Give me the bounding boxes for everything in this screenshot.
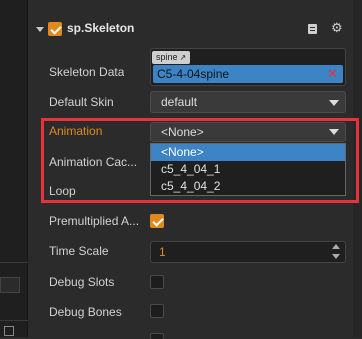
help-book-icon[interactable] <box>308 24 317 34</box>
collapse-arrow-icon[interactable] <box>36 27 44 32</box>
dropdown-option[interactable]: c5_4_04_2 <box>151 178 345 195</box>
step-up-icon[interactable] <box>332 244 340 249</box>
asset-value-box[interactable]: C5-4-04spine ✕ <box>153 65 343 83</box>
default-skin-label: Default Skin <box>49 95 114 109</box>
premultiplied-alpha-label: Premultiplied A... <box>49 214 140 228</box>
next-row-checkbox[interactable] <box>150 333 164 339</box>
time-scale-value: 1 <box>159 245 166 259</box>
default-skin-value: default <box>161 95 198 109</box>
debug-bones-label: Debug Bones <box>49 305 122 319</box>
animation-value: <None> <box>161 125 204 139</box>
skeleton-data-field[interactable]: spine ↗ C5-4-04spine ✕ <box>150 48 346 86</box>
loop-label: Loop <box>49 184 76 198</box>
gear-icon[interactable]: ⚙ <box>331 21 343 35</box>
premultiplied-alpha-checkbox[interactable] <box>150 214 164 228</box>
debug-bones-checkbox[interactable] <box>150 304 164 318</box>
default-skin-select[interactable]: default <box>150 91 346 113</box>
animation-cache-label: Animation Cac... <box>49 155 138 169</box>
time-scale-input[interactable]: 1 <box>150 241 346 263</box>
collapse-icon[interactable] <box>4 326 14 336</box>
clear-asset-icon[interactable]: ✕ <box>327 65 338 82</box>
time-scale-label: Time Scale <box>49 244 109 258</box>
debug-slots-checkbox[interactable] <box>150 275 164 289</box>
debug-slots-label: Debug Slots <box>49 275 115 289</box>
asset-tag-text: spine <box>156 52 178 62</box>
animation-select[interactable]: <None> <box>150 122 346 142</box>
divider <box>0 320 28 321</box>
left-panel-strip <box>0 0 28 337</box>
dropdown-option[interactable]: c5_4_04_1 <box>151 161 345 178</box>
component-title: sp.Skeleton <box>67 21 135 35</box>
component-enabled-checkbox[interactable] <box>48 22 62 36</box>
step-down-icon[interactable] <box>332 254 340 259</box>
component-header: sp.Skeleton ⚙ <box>34 16 352 42</box>
chevron-down-icon <box>329 129 339 135</box>
left-panel-field[interactable] <box>0 277 20 293</box>
dropdown-option[interactable]: <None> <box>151 144 345 161</box>
asset-type-tag: spine ↗ <box>152 51 191 64</box>
skeleton-data-label: Skeleton Data <box>49 65 125 79</box>
animation-dropdown-list[interactable]: <None> c5_4_04_1 c5_4_04_2 <box>150 143 346 196</box>
external-link-icon[interactable]: ↗ <box>180 53 187 62</box>
divider <box>0 262 28 263</box>
animation-label: Animation <box>49 124 103 138</box>
chevron-down-icon <box>329 100 339 106</box>
asset-value: C5-4-04spine <box>157 67 230 81</box>
